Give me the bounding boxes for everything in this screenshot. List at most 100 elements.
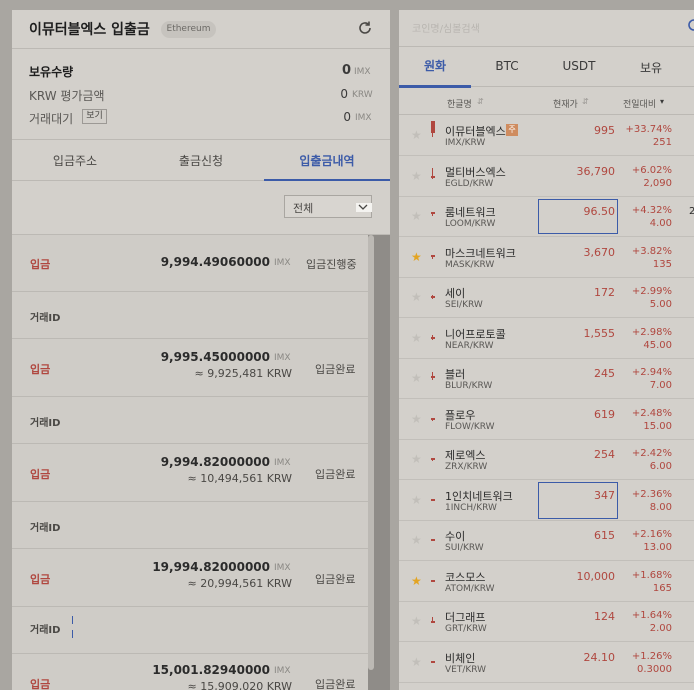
favorite-star-icon[interactable]: ★	[411, 655, 422, 669]
coin-symbol: ZRX/KRW	[445, 462, 488, 472]
tab-withdraw-request[interactable]: 출금신청	[138, 152, 264, 180]
coin-row[interactable]: ★ 비체인 VET/KRW 24.10 +1.26% 0.3000	[399, 642, 694, 683]
tab-holdings[interactable]: 보유	[615, 59, 687, 76]
amount-unit: IMX	[274, 563, 291, 573]
coin-name: 이뮤터블엑스	[445, 125, 506, 138]
change-percent: +33.74%	[625, 124, 672, 135]
coin-name: 블러	[445, 368, 466, 381]
sort-name-header[interactable]: 한글명	[447, 97, 472, 110]
view-pending-button[interactable]: 보기	[82, 109, 107, 124]
change-percent: +1.64%	[631, 610, 672, 621]
history-row[interactable]: 입금 15,001.82940000 IMX ≈ 15,909,020 KRW …	[12, 654, 368, 690]
tab-krw[interactable]: 원화	[399, 57, 471, 74]
coin-symbol: IMX/KRW	[445, 138, 486, 148]
type-label: 입금	[30, 363, 51, 376]
coin-symbol: LOOM/KRW	[445, 219, 496, 229]
candle-body	[430, 621, 435, 623]
coin-symbol: GRT/KRW	[445, 624, 487, 634]
coin-price: 615	[594, 529, 615, 542]
favorite-star-icon[interactable]: ★	[411, 371, 422, 385]
search-icon[interactable]	[686, 19, 694, 33]
coin-row[interactable]: ★ 이뮤터블엑스 주 IMX/KRW 995 +33.74% 251	[399, 115, 694, 156]
coin-row[interactable]: ★ 마스크네트워크 MASK/KRW 3,670 +3.82% 135	[399, 237, 694, 278]
krw-estimate: ≈ 10,494,561 KRW	[187, 472, 292, 485]
coin-price: 619	[594, 407, 615, 421]
tab-deposit-address[interactable]: 입금주소	[12, 152, 138, 180]
coin-price: 24.10	[583, 650, 616, 664]
candle-body	[430, 458, 435, 460]
change-percent: +4.32%	[631, 205, 672, 216]
coin-name: 비체인	[445, 651, 476, 665]
favorite-star-icon[interactable]: ★	[411, 412, 422, 426]
favorite-star-icon[interactable]: ★	[411, 128, 422, 142]
caution-badge: 주	[506, 124, 518, 136]
coin-row[interactable]: ★ 수이 SUI/KRW 615 +2.16% 13.00	[399, 520, 694, 561]
change-amount: 0.3000	[637, 663, 672, 675]
change-percent: +6.02%	[631, 164, 672, 176]
favorite-star-icon[interactable]: ★	[411, 533, 422, 547]
favorite-star-icon[interactable]: ★	[411, 614, 422, 628]
coin-name: 수이	[445, 530, 466, 543]
coin-symbol: ATOM/KRW	[445, 583, 495, 594]
coin-symbol: SEI/KRW	[445, 300, 483, 310]
sort-change-header[interactable]: 전일대비	[623, 97, 656, 110]
sort-icon: ⇵	[477, 97, 484, 106]
tab-transaction-history[interactable]: 입출금내역	[264, 152, 390, 180]
krw-unit: KRW	[352, 90, 373, 100]
coin-row[interactable]: ★ 세이 SEI/KRW 172 +2.99% 5.00	[399, 277, 694, 318]
favorite-star-icon[interactable]: ★	[411, 574, 422, 588]
coin-row[interactable]: ★ 플로우 FLOW/KRW 619 +2.48% 15.00	[399, 399, 694, 440]
coin-row[interactable]: ★ 멀티버스엑스 EGLD/KRW 36,790 +6.02% 2,090	[399, 156, 694, 197]
coin-row[interactable]: ★ 더그래프 GRT/KRW 124 +1.64% 2.00	[399, 601, 694, 642]
history-row[interactable]: 입금 9,994.49060000 IMX 입금진행중	[12, 235, 368, 291]
coin-row[interactable]: ★ 제로엑스 ZRX/KRW 254 +2.42% 6.00	[399, 439, 694, 480]
coin-name: 룸네트워크	[445, 206, 496, 219]
txid-row: 거래ID	[12, 607, 368, 653]
favorite-star-icon[interactable]: ★	[411, 493, 422, 507]
candle-body	[430, 579, 435, 582]
coin-name: 코스모스	[445, 570, 486, 584]
coin-row[interactable]: ★ 코스모스 ATOM/KRW 10,000 +1.68% 165	[399, 561, 694, 602]
history-row[interactable]: 입금 19,994.82000000 IMX ≈ 20,994,561 KRW …	[12, 549, 368, 606]
coin-name: 제로엑스	[445, 449, 486, 462]
favorite-star-icon[interactable]: ★	[411, 452, 422, 466]
sort-price-header[interactable]: 현재가	[553, 97, 578, 110]
txid-label: 거래ID	[30, 625, 61, 636]
coin-symbol: BLUR/KRW	[445, 381, 493, 391]
coin-name: 더그래프	[445, 611, 486, 624]
txid-row: 거래ID	[12, 502, 368, 548]
amount-unit: IMX	[274, 458, 291, 468]
change-percent: +2.99%	[631, 286, 672, 297]
coin-symbol: NEAR/KRW	[445, 340, 494, 351]
link-mark	[72, 616, 73, 624]
divider	[399, 681, 694, 683]
divider	[399, 46, 694, 47]
refresh-icon[interactable]	[357, 20, 373, 36]
favorite-star-icon[interactable]: ★	[411, 331, 422, 345]
coin-row[interactable]: ★ 1인치네트워크 1INCH/KRW 347 +2.36% 8.00	[399, 480, 694, 521]
coin-name: 멀티버스엑스	[445, 165, 506, 179]
tab-usdt[interactable]: USDT	[543, 59, 615, 73]
change-amount: 165	[652, 582, 672, 594]
coin-row[interactable]: ★ 룸네트워크 LOOM/KRW 96.50 +4.32% 4.00	[399, 196, 694, 237]
favorite-star-icon[interactable]: ★	[411, 169, 422, 183]
favorite-star-icon[interactable]: ★	[411, 250, 422, 264]
coin-symbol: FLOW/KRW	[445, 421, 495, 432]
chevron-down-icon	[358, 204, 368, 210]
change-amount: 135	[652, 258, 672, 270]
coin-search-input[interactable]: 코인명/심볼검색	[412, 20, 480, 35]
favorite-star-icon[interactable]: ★	[411, 209, 422, 223]
scrollbar-thumb[interactable]	[368, 235, 374, 670]
coin-row[interactable]: ★ 니어프로토콜 NEAR/KRW 1,555 +2.98% 45.00	[399, 318, 694, 359]
favorite-star-icon[interactable]: ★	[411, 290, 422, 304]
divider	[12, 139, 390, 140]
tab-btc[interactable]: BTC	[471, 59, 543, 73]
amount: 9,994.49060000	[160, 255, 270, 269]
history-row[interactable]: 입금 9,995.45000000 IMX ≈ 9,925,481 KRW 입금…	[12, 339, 368, 396]
status: 입금완료	[315, 573, 356, 586]
krw-value: 0	[340, 87, 348, 101]
coin-price: 36,790	[576, 164, 616, 178]
change-amount: 15.00	[643, 420, 672, 432]
coin-row[interactable]: ★ 블러 BLUR/KRW 245 +2.94% 7.00	[399, 358, 694, 399]
history-row[interactable]: 입금 9,994.82000000 IMX ≈ 10,494,561 KRW 입…	[12, 444, 368, 501]
